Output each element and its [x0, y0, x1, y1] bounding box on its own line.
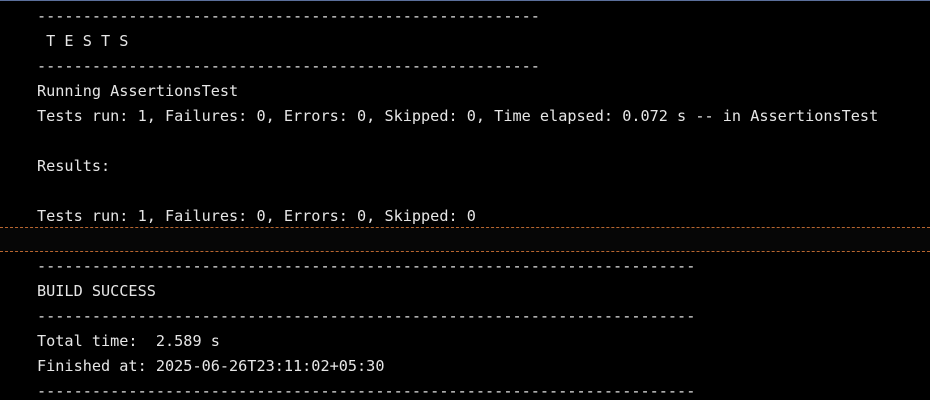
- section-divider-band: [0, 227, 930, 252]
- separator-line: ----------------------------------------…: [37, 7, 540, 25]
- test-result-line: Tests run: 1, Failures: 0, Errors: 0, Sk…: [37, 107, 879, 125]
- build-status: BUILD SUCCESS: [37, 282, 156, 300]
- results-heading: Results:: [37, 157, 111, 175]
- separator-line: ----------------------------------------…: [37, 382, 696, 400]
- total-time-line: Total time: 2.589 s: [37, 332, 220, 350]
- terminal-output: ----------------------------------------…: [0, 0, 930, 400]
- results-summary: Tests run: 1, Failures: 0, Errors: 0, Sk…: [37, 207, 476, 225]
- running-test-line: Running AssertionsTest: [37, 82, 239, 100]
- separator-line: ----------------------------------------…: [37, 307, 696, 325]
- finished-at-line: Finished at: 2025-06-26T23:11:02+05:30: [37, 357, 385, 375]
- separator-line: ----------------------------------------…: [37, 257, 696, 275]
- separator-line: ----------------------------------------…: [37, 57, 540, 75]
- tests-header: T E S T S: [37, 32, 129, 50]
